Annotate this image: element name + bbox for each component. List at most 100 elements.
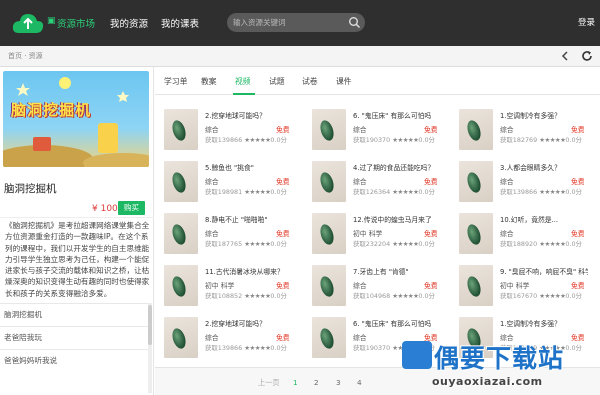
search-box: [227, 13, 365, 32]
refresh-icon[interactable]: [580, 49, 594, 63]
video-category: 综合: [353, 282, 367, 290]
breadcrumb[interactable]: 首页 · 资源: [8, 51, 43, 61]
video-card[interactable]: 7.牙齿上有 "肯德" 综合 免费 获取104968 ★★★★★0.0分: [303, 260, 438, 312]
video-stats: 获取139866 ★★★★★0.0分: [205, 343, 287, 352]
video-title[interactable]: 4.过了期的食品还能吃吗？: [353, 162, 441, 172]
rating-score: 0.0分: [418, 240, 435, 248]
video-stats: 获取232204 ★★★★★0.0分: [353, 239, 435, 248]
tab-exercises[interactable]: 试题: [269, 76, 285, 87]
video-thumbnail[interactable]: [459, 109, 493, 150]
page-number[interactable]: 4: [357, 378, 362, 387]
rating-stars-icon: ★★★★★: [244, 344, 271, 352]
video-card[interactable]: 12.传说中的蝗虫马月来了 初中 科学 免费 获取232204 ★★★★★0.0分: [303, 208, 438, 260]
rating-stars-icon: ★★★★★: [539, 240, 566, 248]
chapter-item[interactable]: 脑洞挖掘机: [0, 303, 148, 326]
nav-my-resources[interactable]: 我的资源: [110, 16, 148, 30]
video-title[interactable]: 2.挖穿地球可能吗？: [205, 318, 293, 328]
video-card[interactable]: 10.幻听，竟然是... 综合 免费 获取188920 ★★★★★0.0分: [450, 208, 585, 260]
video-stats: 获取126364 ★★★★★0.0分: [353, 187, 435, 196]
watermark-text: 偶要下载站: [434, 344, 565, 373]
egg-image: [170, 118, 188, 143]
video-thumbnail[interactable]: [164, 109, 198, 150]
video-card[interactable]: 8.静电不止 "啪啪啪" 综合 免费 获取187765 ★★★★★0.0分: [155, 208, 290, 260]
video-title[interactable]: 6. "鬼压床" 有那么可怕吗: [353, 110, 441, 120]
video-stats: 获取187765 ★★★★★0.0分: [205, 239, 287, 248]
video-title[interactable]: 12.传说中的蝗虫马月来了: [353, 214, 441, 224]
download-count: 获取182769: [500, 136, 538, 144]
video-thumbnail[interactable]: [164, 161, 198, 202]
page-number[interactable]: 2: [314, 378, 319, 387]
video-thumbnail[interactable]: [312, 317, 346, 358]
scrollbar-thumb[interactable]: [148, 305, 152, 345]
login-button[interactable]: 登录: [578, 16, 595, 28]
nav-my-courses[interactable]: 我的课表: [161, 16, 199, 30]
tab-lesson-plan[interactable]: 教案: [201, 76, 217, 87]
egg-image: [465, 170, 483, 195]
video-thumbnail[interactable]: [459, 161, 493, 202]
rating-stars-icon: ★★★★★: [392, 188, 419, 196]
video-card[interactable]: 11.古代消暑冰块从哪来？ 初中 科学 免费 获取108852 ★★★★★0.0分: [155, 260, 290, 312]
video-title[interactable]: 2.挖穿地球可能吗？: [205, 110, 293, 120]
video-card[interactable]: 4.过了期的食品还能吃吗？ 综合 免费 获取126364 ★★★★★0.0分: [303, 156, 438, 208]
free-badge: 免费: [424, 126, 438, 134]
egg-image: [318, 118, 336, 143]
download-count: 获取139866: [500, 188, 538, 196]
video-title[interactable]: 6. "鬼压床" 有那么可怕吗: [353, 318, 441, 328]
video-title[interactable]: 1.空调制冷有多强？: [500, 110, 588, 120]
video-category: 综合: [205, 334, 219, 342]
rating-score: 0.0分: [418, 188, 435, 196]
video-title[interactable]: 7.牙齿上有 "肯德": [353, 266, 441, 276]
free-badge: 免费: [571, 230, 585, 238]
video-title[interactable]: 1.空调制冷有多强？: [500, 318, 588, 328]
prev-page-button[interactable]: 上一页: [258, 378, 280, 388]
video-card[interactable]: 5.鲸鱼也 "挑食" 综合 免费 获取198981 ★★★★★0.0分: [155, 156, 290, 208]
rating-stars-icon: ★★★★★: [539, 292, 566, 300]
video-category: 初中 科学: [205, 282, 235, 290]
video-thumbnail[interactable]: [312, 161, 346, 202]
breadcrumb-bar: 首页 · 资源: [0, 46, 600, 67]
tab-courseware[interactable]: 课件: [336, 76, 352, 87]
egg-image: [465, 274, 483, 299]
video-title[interactable]: 11.古代消暑冰块从哪来？: [205, 266, 293, 276]
video-thumbnail[interactable]: [459, 265, 493, 306]
video-card[interactable]: 9. "臭屁不响，响屁不臭" 科学吗？ 初中 科学 免费获取167670 ★★★★★…: [450, 260, 588, 312]
video-thumbnail[interactable]: [164, 265, 198, 306]
video-thumbnail[interactable]: [312, 109, 346, 150]
video-title[interactable]: 3.人都会眼睛多久？: [500, 162, 588, 172]
video-card[interactable]: 2.挖穿地球可能吗？ 综合 免费 获取139866 ★★★★★0.0分: [155, 104, 290, 156]
rating-score: 0.0分: [270, 292, 287, 300]
egg-image: [465, 118, 483, 143]
tab-video[interactable]: 视频: [235, 76, 251, 87]
video-thumbnail[interactable]: [164, 213, 198, 254]
video-card[interactable]: 3.人都会眼睛多久？ 综合 免费 获取139866 ★★★★★0.0分: [450, 156, 585, 208]
video-title[interactable]: 9. "臭屁不响，响屁不臭" 科学吗？: [500, 266, 588, 276]
tab-study-sheet[interactable]: 学习单: [164, 76, 187, 87]
video-card[interactable]: 2.挖穿地球可能吗？ 综合 免费 获取139866 ★★★★★0.0分: [155, 312, 290, 364]
free-badge: 免费: [276, 178, 290, 186]
video-title[interactable]: 5.鲸鱼也 "挑食": [205, 162, 293, 172]
video-thumbnail[interactable]: [312, 213, 346, 254]
buy-button[interactable]: 购买: [118, 201, 145, 215]
video-thumbnail[interactable]: [459, 213, 493, 254]
cloud-logo-icon[interactable]: [11, 11, 45, 35]
video-title[interactable]: 8.静电不止 "啪啪啪": [205, 214, 293, 224]
download-count: 获取187765: [205, 240, 243, 248]
search-icon[interactable]: [348, 16, 361, 29]
video-thumbnail[interactable]: [164, 317, 198, 358]
video-category: 综合: [353, 178, 367, 186]
back-arrow-icon[interactable]: [558, 49, 572, 63]
video-card[interactable]: 6. "鬼压床" 有那么可怕吗综合 免费获取190370 ★★★★★0.0分: [303, 104, 438, 156]
search-input[interactable]: [233, 15, 343, 30]
tab-test-papers[interactable]: 试卷: [302, 76, 318, 87]
rating-stars-icon: ★★★★★: [244, 240, 271, 248]
free-badge: 免费: [276, 334, 290, 342]
nav-resource-market[interactable]: 资源市场: [57, 16, 95, 30]
video-thumbnail[interactable]: [312, 265, 346, 306]
chapter-item[interactable]: 老爸陪我玩: [0, 326, 148, 349]
page-number[interactable]: 3: [336, 378, 341, 387]
rating-score: 0.0分: [270, 136, 287, 144]
video-title[interactable]: 10.幻听，竟然是...: [500, 214, 588, 224]
video-card[interactable]: 1.空调制冷有多强？ 综合 免费 获取182769 ★★★★★0.0分: [450, 104, 585, 156]
chapter-item[interactable]: 爸爸妈妈听我说: [0, 349, 148, 372]
page-number[interactable]: 1: [293, 378, 298, 387]
